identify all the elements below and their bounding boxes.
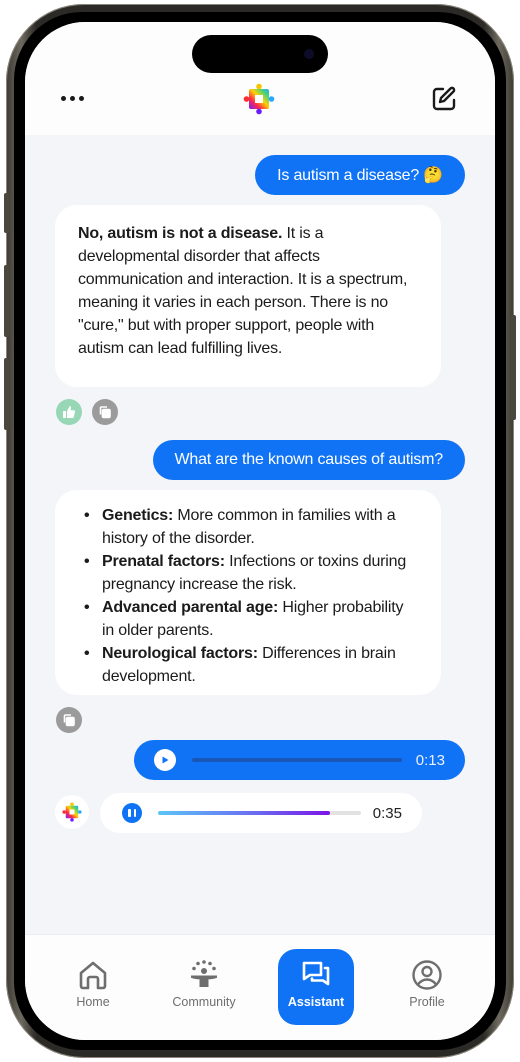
list-item: Advanced parental age: Higher probabilit… bbox=[78, 596, 419, 642]
user-message: Is autism a disease? 🤔 bbox=[255, 155, 465, 195]
audio-progress-track[interactable] bbox=[158, 811, 361, 815]
nav-label: Home bbox=[76, 995, 110, 1009]
play-button[interactable] bbox=[154, 749, 176, 771]
assistant-message: No, autism is not a disease. It is a dev… bbox=[55, 205, 441, 387]
thumbs-up-button[interactable] bbox=[56, 399, 82, 425]
message-bold-lead: No, autism is not a disease. bbox=[78, 225, 283, 242]
user-voice-message: 0:13 bbox=[134, 740, 465, 780]
puzzle-logo-icon bbox=[243, 83, 275, 115]
message-text: What are the known causes of autism? bbox=[174, 451, 444, 468]
nav-assistant[interactable]: Assistant bbox=[278, 949, 354, 1025]
causes-list: Genetics: More common in families with a… bbox=[78, 504, 419, 688]
home-icon bbox=[79, 961, 107, 990]
app-screen: Is autism a disease? 🤔 No, autism is not… bbox=[25, 22, 495, 1040]
nav-community[interactable]: Community bbox=[166, 949, 242, 1025]
pause-button[interactable] bbox=[122, 803, 142, 823]
user-message: What are the known causes of autism? bbox=[152, 440, 465, 480]
copy-button[interactable] bbox=[92, 399, 118, 425]
front-camera bbox=[304, 49, 314, 59]
audio-progress-fill bbox=[158, 811, 331, 815]
volume-up-button bbox=[4, 265, 9, 337]
more-horizontal-icon[interactable] bbox=[61, 92, 87, 104]
nav-label: Assistant bbox=[287, 995, 345, 1009]
bottom-navigation: Home Community Assistant Profile bbox=[25, 934, 495, 1040]
dynamic-island bbox=[192, 35, 328, 73]
action-button bbox=[4, 193, 9, 233]
nav-profile[interactable]: Profile bbox=[389, 949, 465, 1025]
edit-square-icon[interactable] bbox=[430, 85, 458, 113]
power-button bbox=[511, 315, 516, 420]
assistant-avatar bbox=[55, 795, 89, 829]
community-icon bbox=[191, 960, 217, 987]
audio-progress-track[interactable] bbox=[192, 758, 402, 762]
assistant-voice-message: 0:35 bbox=[100, 793, 422, 833]
nav-label: Community bbox=[172, 995, 236, 1009]
nav-label: Profile bbox=[409, 995, 445, 1009]
assistant-message: Genetics: More common in families with a… bbox=[55, 490, 441, 695]
puzzle-logo-icon bbox=[62, 802, 82, 822]
volume-down-button bbox=[4, 358, 9, 430]
pause-icon bbox=[128, 809, 131, 817]
profile-icon bbox=[412, 960, 442, 990]
list-item: Neurological factors: Differences in bra… bbox=[78, 642, 419, 688]
copy-button[interactable] bbox=[56, 707, 82, 733]
list-item: Prenatal factors: Infections or toxins d… bbox=[78, 550, 419, 596]
thumbs-up-icon bbox=[63, 406, 76, 418]
message-text: It is a developmental disorder that affe… bbox=[78, 225, 408, 357]
copy-icon bbox=[99, 406, 111, 419]
audio-duration: 0:35 bbox=[372, 804, 402, 822]
chat-thread: Is autism a disease? 🤔 No, autism is not… bbox=[25, 135, 495, 1027]
chat-bubbles-icon bbox=[302, 961, 330, 986]
audio-duration: 0:13 bbox=[415, 751, 445, 769]
message-text: Is autism a disease? 🤔 bbox=[277, 167, 443, 184]
list-item: Genetics: More common in families with a… bbox=[78, 504, 419, 550]
copy-icon bbox=[63, 714, 75, 727]
nav-home[interactable]: Home bbox=[55, 949, 131, 1025]
play-icon bbox=[162, 756, 169, 764]
